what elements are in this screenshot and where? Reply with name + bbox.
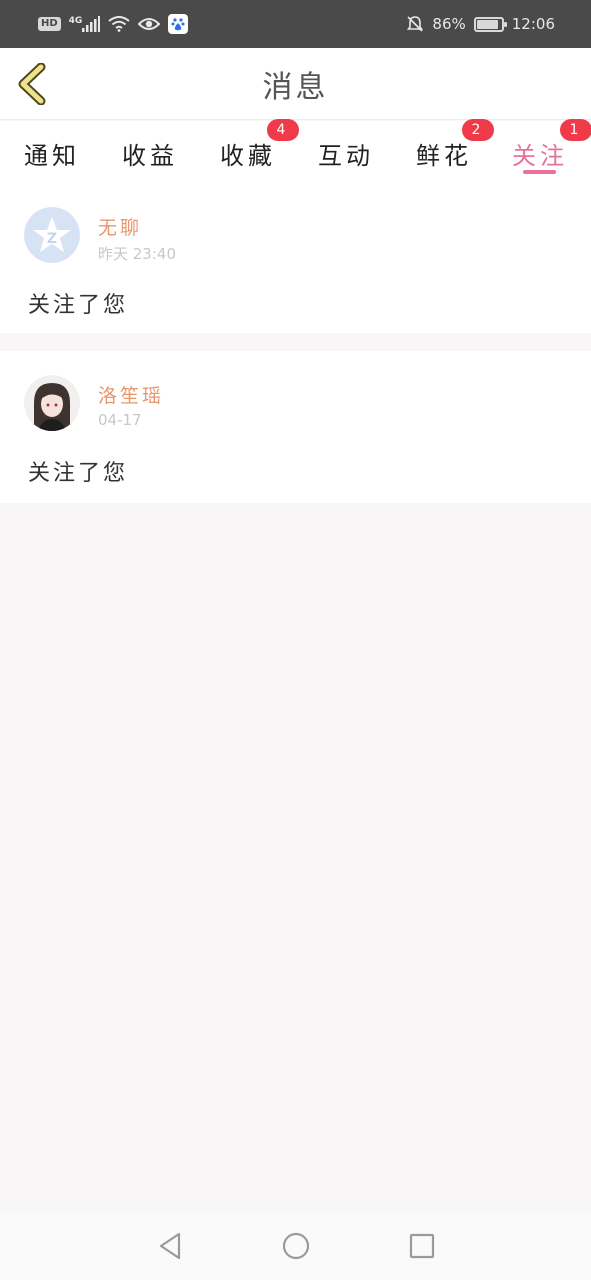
status-left: HD 4G	[38, 14, 189, 34]
message-text: 关注了您	[28, 293, 129, 318]
battery-percent: 86%	[432, 15, 466, 33]
default-star-avatar[interactable]: Z	[24, 207, 80, 263]
follow-badge: 1	[560, 119, 591, 141]
tab-bar: 通知 收益 收藏 4 互动 鲜花 2 关注 1	[0, 119, 591, 181]
tab-favorites[interactable]: 收藏 4	[208, 119, 299, 177]
nav-back-button[interactable]	[150, 1226, 190, 1266]
message-time: 04-17	[98, 411, 142, 429]
message-card[interactable]: 洛笙瑶 04-17 关注了您	[0, 351, 591, 503]
signal-icon: 4G	[69, 16, 101, 32]
app-header: 消息	[0, 48, 591, 120]
girl-portrait-avatar[interactable]	[24, 375, 80, 431]
system-nav-bar	[0, 1212, 591, 1280]
tab-interaction[interactable]: 互动	[306, 129, 386, 177]
recents-square-icon	[409, 1233, 434, 1259]
svg-text:Z: Z	[47, 231, 57, 247]
tab-label: 鲜花	[416, 141, 472, 170]
baidu-app-icon	[168, 14, 189, 34]
network-label: 4G	[68, 16, 83, 26]
wifi-icon	[108, 16, 130, 32]
nav-recents-button[interactable]	[402, 1226, 442, 1266]
flowers-badge: 2	[462, 119, 494, 141]
active-tab-indicator	[523, 170, 556, 174]
user-name[interactable]: 无聊	[98, 213, 142, 240]
battery-fill	[476, 19, 498, 29]
tab-label: 收益	[122, 141, 178, 170]
tab-label: 互动	[318, 141, 374, 170]
favorites-badge: 4	[267, 119, 299, 141]
chevron-left-icon	[18, 63, 46, 105]
back-triangle-icon	[159, 1232, 180, 1260]
tab-notice[interactable]: 通知	[12, 129, 92, 177]
tab-label: 收藏	[220, 141, 276, 170]
back-button[interactable]	[14, 62, 50, 106]
hd-badge: HD	[38, 17, 61, 31]
user-name[interactable]: 洛笙瑶	[98, 381, 164, 408]
message-text: 关注了您	[28, 461, 129, 486]
clock: 12:06	[511, 15, 555, 33]
battery-icon	[473, 16, 507, 32]
page-title: 消息	[262, 69, 329, 105]
message-card[interactable]: Z 无聊 昨天 23:40 关注了您	[0, 181, 591, 333]
tab-label: 关注	[512, 141, 568, 170]
home-circle-icon	[282, 1232, 309, 1260]
bell-mute-icon	[407, 16, 424, 32]
eye-icon	[138, 18, 161, 30]
nav-home-button[interactable]	[276, 1226, 316, 1266]
tab-earnings[interactable]: 收益	[110, 129, 190, 177]
tab-flowers[interactable]: 鲜花 2	[404, 119, 494, 177]
status-bar: HD 4G 86% 12:06	[0, 0, 591, 48]
status-right: 86% 12:06	[406, 15, 555, 33]
tab-label: 通知	[24, 141, 80, 170]
message-time: 昨天 23:40	[98, 245, 176, 263]
